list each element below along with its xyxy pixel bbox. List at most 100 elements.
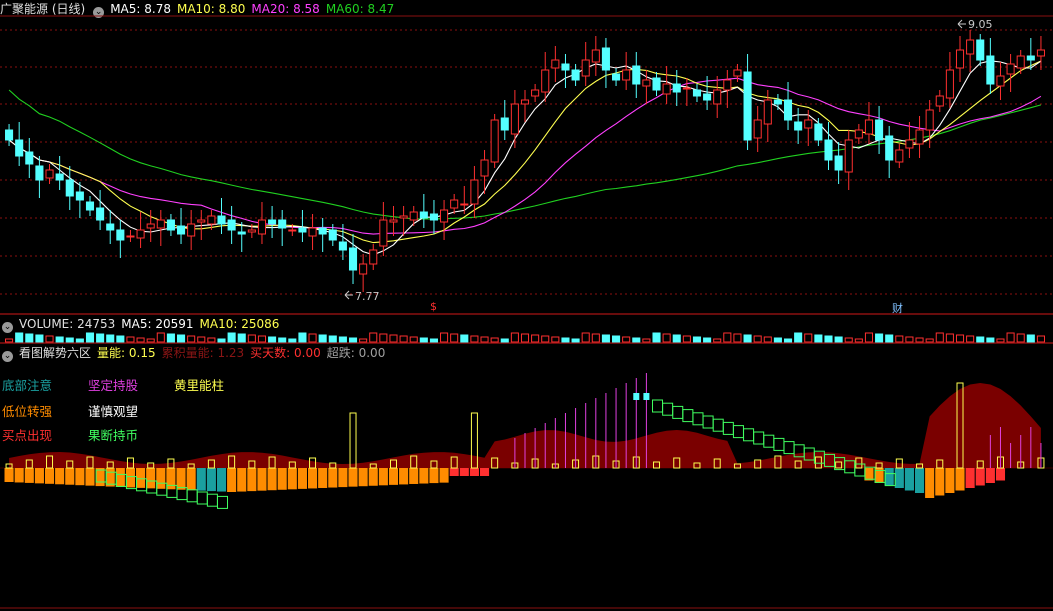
volume-bar [389,334,398,343]
top-signal-box [643,393,650,400]
volume-bar [106,334,115,343]
candle-body [85,201,95,211]
candle-body [25,151,34,165]
volume-bar [1036,335,1045,343]
volume-bar [743,334,752,343]
candle-body [966,39,975,55]
volume-bar [875,333,884,343]
candle-body [126,235,135,238]
energy-bar-negative [459,468,469,476]
candle-body [419,211,428,219]
volume-bar [55,336,64,343]
candle-body [692,89,702,97]
candle-body [480,159,489,177]
candle-body [723,79,732,91]
volume-bar [257,335,267,343]
volume-bar [672,334,681,343]
candle-body [986,55,995,85]
cash-signal-box [692,412,704,426]
volume-bar [955,334,965,343]
energy-bar-negative [469,468,479,476]
volume-bar [116,335,125,343]
volume-bar [804,333,813,343]
volume-bar [723,332,732,343]
volume-bar [328,335,337,343]
candle-body [945,69,954,99]
volume-bar [642,338,651,343]
candle-body [662,83,671,95]
volume-bar [156,332,165,343]
volume-bar [237,333,246,343]
energy-bar-negative [479,468,490,476]
energy-bar-negative [308,468,318,489]
volume-bar [905,336,914,343]
candle-body [187,223,196,237]
volume-bar [1006,332,1015,343]
energy-bar-negative [206,468,216,492]
volume-bar [601,334,610,343]
volume-bar [429,338,438,343]
candle-body [308,227,317,237]
candle-body [500,117,509,131]
volume-bar [864,332,874,343]
volume-bar [126,336,135,343]
cash-signal-box [196,491,208,505]
candle-body [369,249,378,265]
volume-bar [490,337,499,343]
candle-body [581,59,590,77]
energy-bar-negative [75,468,85,486]
candle-body [672,83,681,93]
energy-bar-negative [34,468,44,484]
candle-body [217,215,226,225]
energy-bar-negative [884,468,894,486]
volume-bar [45,335,54,343]
energy-bar-negative [186,468,196,491]
cash-signal-box [662,402,674,416]
energy-bar-negative [864,468,874,481]
candle-body [156,219,165,229]
candle-body [622,69,631,81]
volume-bar [753,335,762,343]
candle-body [1016,55,1025,69]
candle-body [288,229,297,232]
volume-bar [146,338,155,343]
volume-bar [925,338,934,343]
volume-bar [966,335,975,343]
candle-body [520,99,530,105]
candle-body [359,263,368,275]
candle-body [571,69,580,81]
cash-signal-box [672,405,684,419]
candle-body [15,139,24,157]
volume-bar [783,338,793,343]
volume-bar [318,334,327,343]
candle-body [1026,55,1035,61]
candle-body [561,63,570,71]
candle-body [247,229,256,233]
volume-bar [531,334,540,343]
energy-bar-negative [146,468,156,489]
energy-bar-negative [95,468,105,487]
cash-signal-box [652,399,664,413]
volume-bar [844,337,853,343]
candle-body [864,119,874,135]
energy-bar-negative [4,468,14,482]
volume-bar [814,334,823,343]
energy-bar-negative [65,468,75,485]
energy-bar-negative [409,468,419,484]
candle-body [298,227,307,233]
candle-body [601,47,610,71]
energy-bar-negative [338,468,348,488]
volume-bar [854,338,863,343]
candle-body [541,69,550,93]
volume-bar [96,333,105,343]
candle-body [854,129,863,139]
volume-bar [541,335,550,343]
volume-bar [773,337,782,343]
chart-canvas[interactable] [0,0,1053,611]
cash-signal-box [722,421,734,435]
candle-body [166,219,175,231]
cash-signal-box [773,437,785,451]
candle-body [429,213,438,221]
candle-body [35,165,44,181]
energy-bar-negative [277,468,287,490]
